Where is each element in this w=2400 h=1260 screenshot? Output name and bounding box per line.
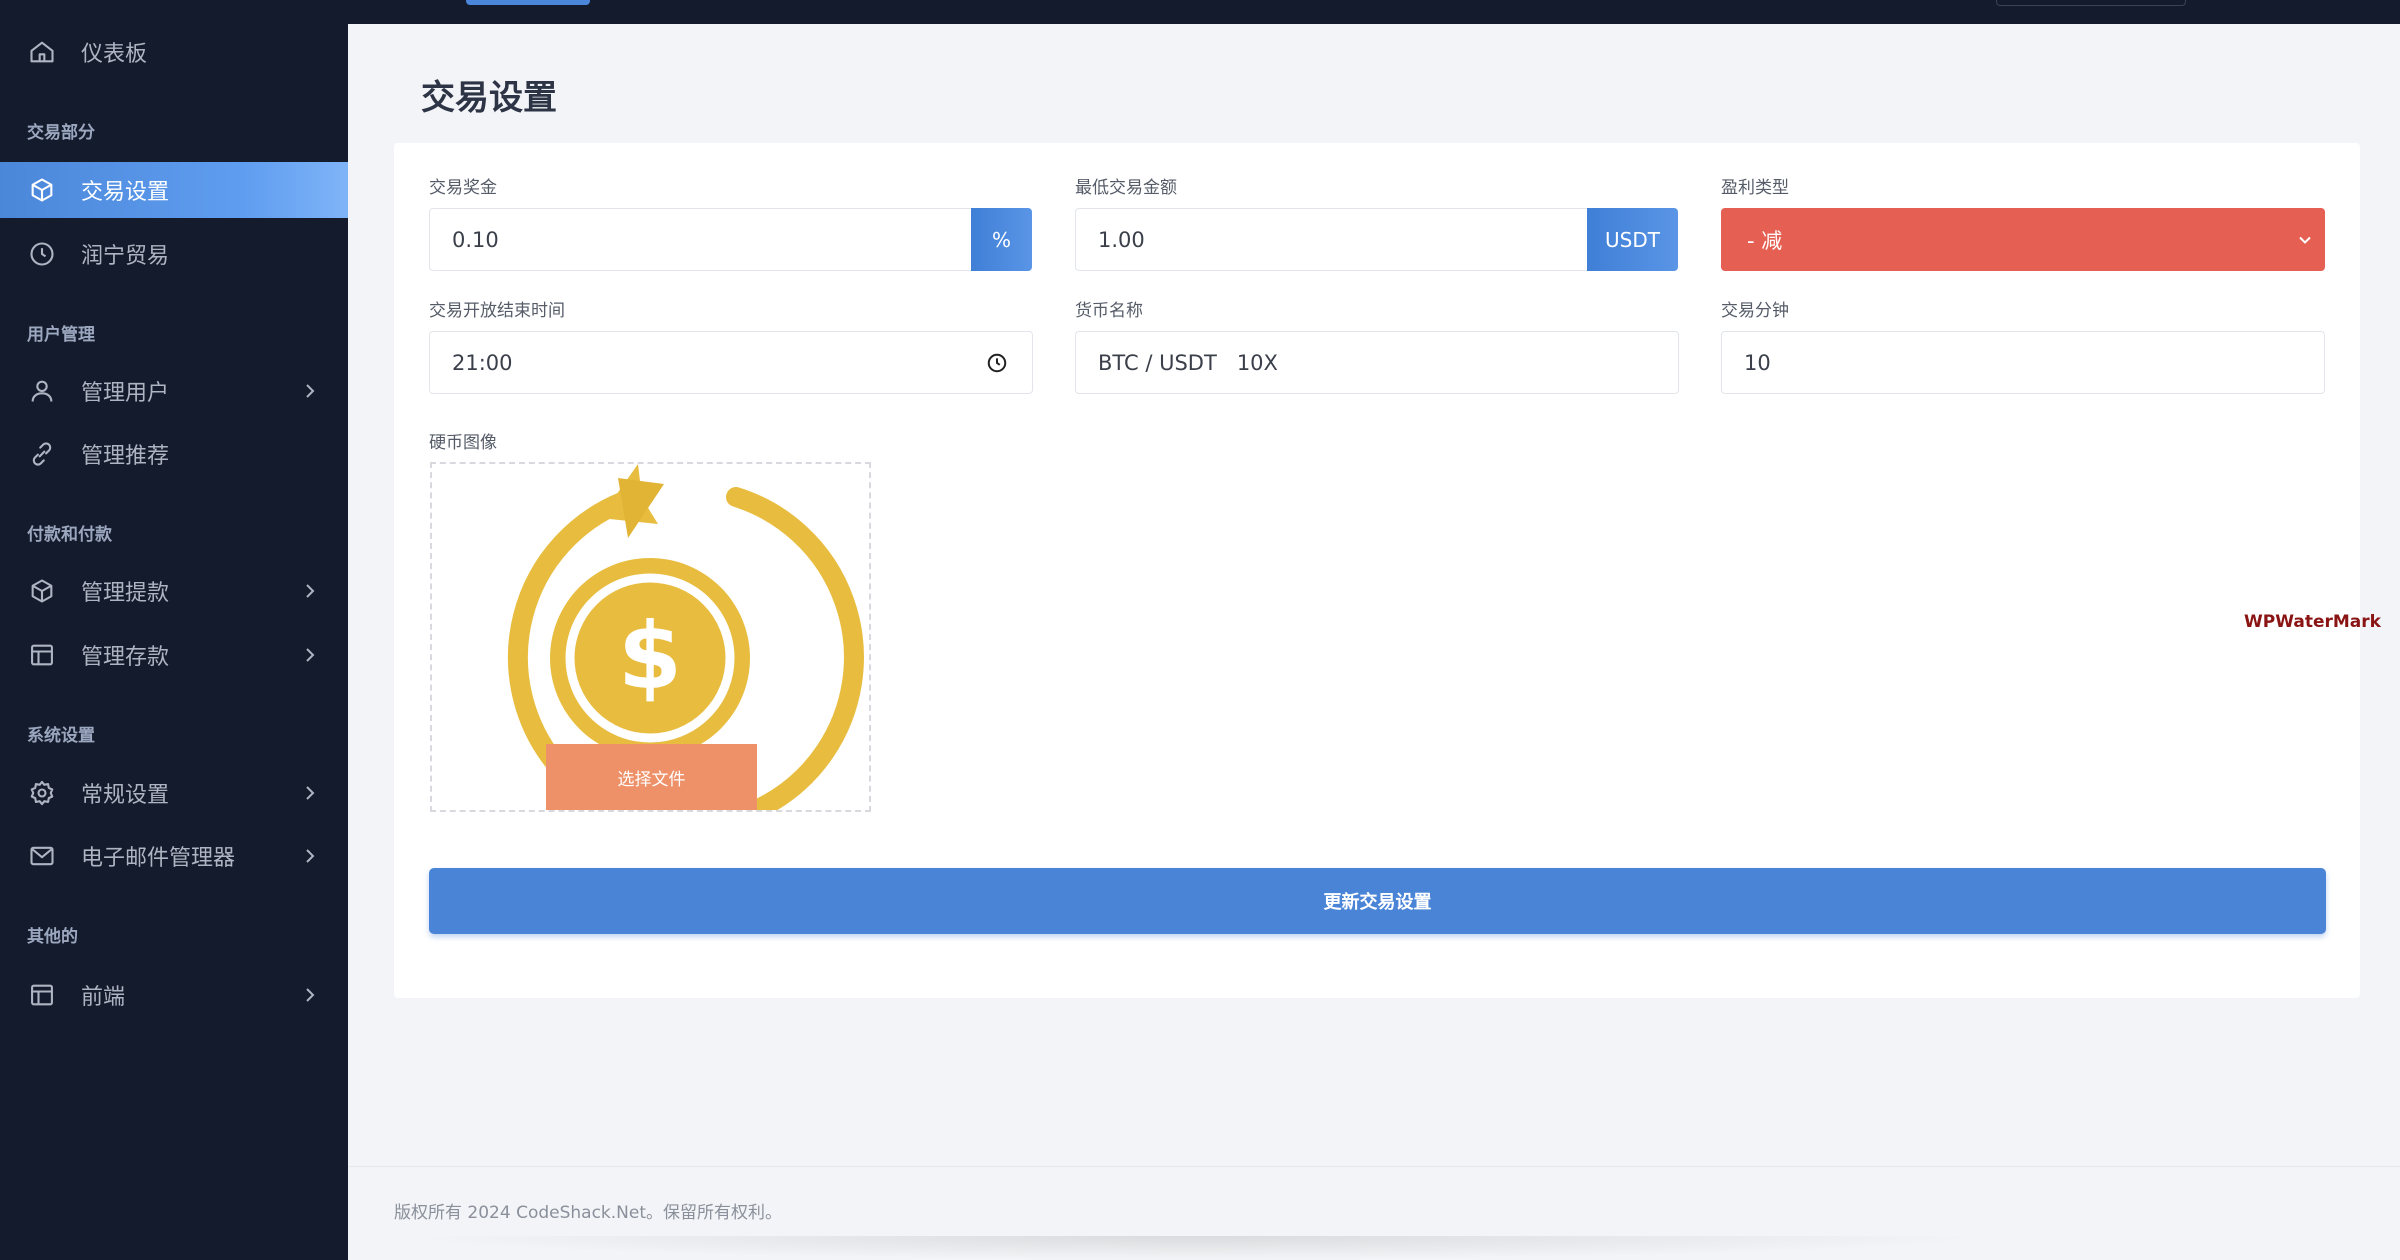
chevron-down-icon <box>2299 236 2311 244</box>
cube-icon <box>27 175 57 205</box>
sidebar-item-runing-trade[interactable]: 润宁贸易 <box>0 226 348 282</box>
chevron-right-icon <box>306 849 315 863</box>
chevron-right-icon <box>306 584 315 598</box>
chevron-right-icon <box>306 648 315 662</box>
sidebar-item-label: 管理推荐 <box>81 444 170 469</box>
currency-name-label: 货币名称 <box>1075 301 1143 321</box>
profit-type-value: - 减 <box>1747 228 1783 253</box>
sidebar-item-manage-withdrawals[interactable]: 管理提款 <box>0 563 348 619</box>
sidebar-item-label: 仪表板 <box>81 42 148 67</box>
sidebar-item-frontend[interactable]: 前端 <box>0 967 348 1023</box>
sidebar-item-label: 电子邮件管理器 <box>81 846 236 871</box>
table-icon <box>27 640 57 670</box>
sidebar-section-trade: 交易部分 <box>27 123 95 143</box>
open-close-time-input[interactable]: 21:00 <box>429 331 1033 394</box>
coin-image-upload[interactable]: $ 选择文件 <box>430 462 871 812</box>
user-icon <box>27 376 57 406</box>
watermark: WPWaterMark <box>2244 612 2381 632</box>
open-close-time-value: 21:00 <box>452 350 513 375</box>
sidebar-item-trade-settings[interactable]: 交易设置 <box>0 162 348 218</box>
open-close-time-label: 交易开放结束时间 <box>429 301 565 321</box>
gear-icon <box>27 778 57 808</box>
sidebar-item-email-manager[interactable]: 电子邮件管理器 <box>0 828 348 884</box>
sidebar: 仪表板 交易部分 交易设置 润宁贸易 用户管理 管理用户 管理推荐 付款和付款 … <box>0 0 348 1260</box>
currency-name-input[interactable]: BTC / USDT 10X <box>1075 331 1679 394</box>
choose-file-button[interactable]: 选择文件 <box>546 744 757 810</box>
mail-icon <box>27 841 57 871</box>
sidebar-item-label: 交易设置 <box>81 180 170 205</box>
sidebar-section-other: 其他的 <box>27 927 78 947</box>
trade-bonus-label: 交易奖金 <box>429 178 497 198</box>
profit-type-select[interactable]: - 减 <box>1721 208 2325 271</box>
min-amount-label: 最低交易金额 <box>1075 178 1177 198</box>
clock-icon <box>27 239 57 269</box>
chevron-right-icon <box>306 786 315 800</box>
sidebar-section-payments: 付款和付款 <box>27 525 112 545</box>
sidebar-item-label: 润宁贸易 <box>81 244 170 269</box>
footer-divider <box>348 1166 2400 1167</box>
sidebar-item-label: 管理存款 <box>81 645 170 670</box>
currency-name-value: BTC / USDT 10X <box>1098 350 1278 375</box>
sidebar-item-label: 管理用户 <box>81 381 170 406</box>
sidebar-section-system: 系统设置 <box>27 726 95 746</box>
sidebar-item-manage-users[interactable]: 管理用户 <box>0 363 348 419</box>
chevron-right-icon <box>306 988 315 1002</box>
cube-icon <box>27 576 57 606</box>
sidebar-item-dashboard[interactable]: 仪表板 <box>0 24 348 80</box>
usdt-addon: USDT <box>1587 208 1678 271</box>
percent-addon: % <box>971 208 1032 271</box>
sidebar-item-general-settings[interactable]: 常规设置 <box>0 765 348 821</box>
page-title: 交易设置 <box>421 78 557 118</box>
sidebar-item-manage-referrals[interactable]: 管理推荐 <box>0 426 348 482</box>
min-amount-value: 1.00 <box>1098 227 1145 252</box>
sidebar-item-label: 管理提款 <box>81 581 170 606</box>
footer-copyright: 版权所有 2024 CodeShack.Net。保留所有权利。 <box>394 1203 783 1223</box>
layout-icon <box>27 980 57 1010</box>
footer-shadow <box>394 1236 1994 1260</box>
sidebar-section-users: 用户管理 <box>27 325 95 345</box>
trade-minutes-input[interactable]: 10 <box>1721 331 2325 394</box>
top-nav-tab[interactable] <box>466 0 590 5</box>
sidebar-item-label: 常规设置 <box>81 783 170 808</box>
top-search-box[interactable] <box>1996 0 2186 6</box>
trade-minutes-label: 交易分钟 <box>1721 301 1789 321</box>
trade-bonus-value: 0.10 <box>452 227 499 252</box>
min-amount-input[interactable]: 1.00 <box>1075 208 1589 271</box>
home-icon <box>27 37 57 67</box>
trade-minutes-value: 10 <box>1744 350 1771 375</box>
update-trade-settings-button[interactable]: 更新交易设置 <box>429 868 2326 934</box>
profit-type-label: 盈利类型 <box>1721 178 1789 198</box>
trade-bonus-input[interactable]: 0.10 <box>429 208 973 271</box>
coin-image-label: 硬币图像 <box>429 433 497 453</box>
svg-text:$: $ <box>618 603 682 710</box>
link-icon <box>27 439 57 469</box>
sidebar-item-label: 前端 <box>81 985 126 1010</box>
top-bar <box>348 0 2400 24</box>
sidebar-item-manage-deposits[interactable]: 管理存款 <box>0 627 348 683</box>
chevron-right-icon <box>306 384 315 398</box>
clock-icon[interactable] <box>986 352 1008 374</box>
